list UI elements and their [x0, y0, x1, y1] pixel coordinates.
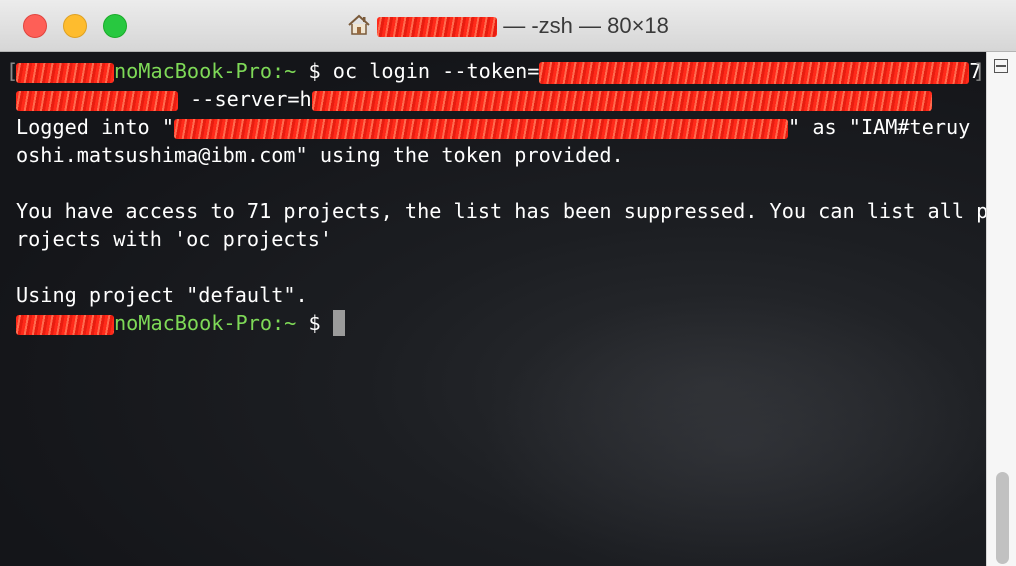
title-bar[interactable]: — -zsh — 80×18 — [0, 0, 1016, 52]
terminal-line-1: [noMacBook-Pro:~ $ oc login --token= 7] — [6, 57, 986, 85]
login-command: oc login --token= — [332, 59, 540, 83]
home-icon — [348, 14, 370, 35]
vertical-scrollbar[interactable] — [986, 52, 1016, 566]
text-cursor — [332, 310, 345, 336]
prompt-path: :~ — [272, 59, 297, 83]
line-bracket-close: ] — [973, 59, 986, 83]
redacted-token-cont — [16, 90, 178, 111]
redacted-host — [16, 62, 114, 83]
split-pane-icon[interactable] — [994, 59, 1008, 73]
window-title-text: — -zsh — 80×18 — [503, 13, 669, 38]
terminal-line-blank-2 — [16, 253, 986, 281]
prompt-symbol: $ — [296, 59, 333, 83]
terminal-line-6: You have access to 71 projects, the list… — [16, 199, 986, 223]
redacted-token — [539, 61, 970, 84]
redacted-server — [311, 90, 932, 111]
server-flag: --server=h — [178, 87, 312, 111]
prompt-host-2: noMacBook-Pro — [114, 311, 273, 335]
logged-as-text: " as "IAM#teruy — [788, 115, 971, 139]
terminal-line-7: rojects with 'oc projects' — [16, 227, 333, 251]
terminal-line-9: Using project "default". — [16, 283, 308, 307]
terminal-prompt-line: noMacBook-Pro:~ $ — [16, 309, 986, 337]
prompt-path-2: :~ — [272, 311, 297, 335]
redacted-username — [377, 17, 498, 38]
logged-into-text: Logged into " — [16, 115, 175, 139]
window-title: — -zsh — 80×18 — [0, 13, 1016, 39]
terminal-line-3: Logged into " " as "IAM#teruy — [16, 113, 986, 141]
line-bracket: [ — [6, 59, 19, 83]
terminal-window: — -zsh — 80×18 [noMacBook-Pro:~ $ oc log… — [0, 0, 1016, 566]
terminal-line-4: oshi.matsushima@ibm.com" using the token… — [16, 143, 624, 167]
prompt-symbol-2: $ — [296, 311, 333, 335]
redacted-host-2 — [16, 314, 114, 335]
terminal-output[interactable]: [noMacBook-Pro:~ $ oc login --token= 7] -… — [0, 52, 986, 566]
terminal-line-blank-1 — [16, 169, 986, 197]
prompt-host: noMacBook-Pro — [114, 59, 273, 83]
redacted-server-url — [174, 118, 789, 139]
scrollbar-thumb[interactable] — [996, 472, 1009, 564]
terminal-line-2: --server=h — [16, 85, 986, 113]
